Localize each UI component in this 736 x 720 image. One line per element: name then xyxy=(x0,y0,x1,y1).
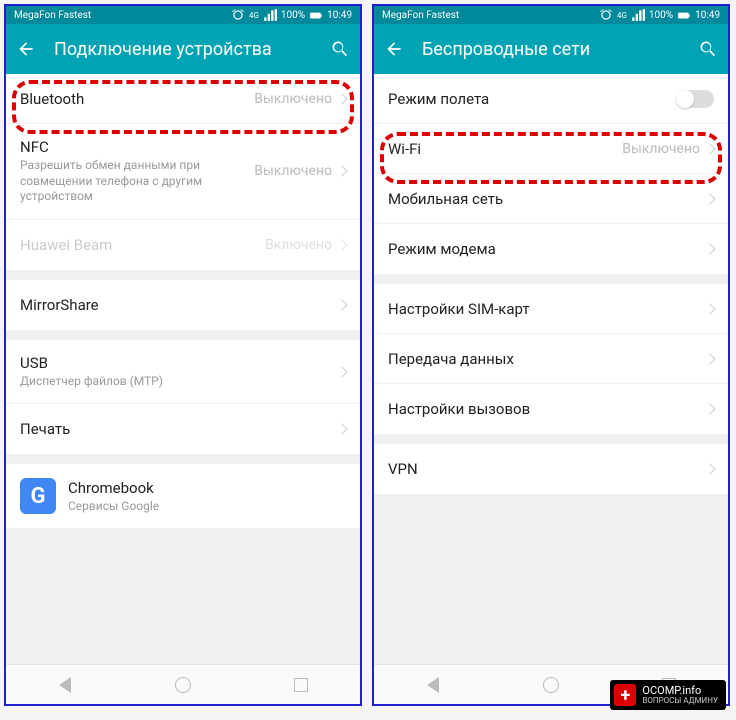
header: Беспроводные сети xyxy=(374,24,728,74)
chevron-right-icon xyxy=(336,299,347,310)
statusbar: MegaFon Fastest 4G 100% 10:49 xyxy=(374,6,728,24)
alarm-icon xyxy=(599,8,613,22)
battery-icon xyxy=(309,8,323,22)
item-subtitle: Разрешить обмен данными при совмещении т… xyxy=(20,158,254,205)
toggle-airplane[interactable] xyxy=(676,90,714,108)
item-value: Включено xyxy=(265,237,332,253)
item-chromebook[interactable]: G Chromebook Сервисы Google xyxy=(6,464,360,528)
item-title: Chromebook xyxy=(68,479,346,497)
item-title: VPN xyxy=(388,460,706,478)
item-title: Настройки вызовов xyxy=(388,400,706,418)
item-value: Выключено xyxy=(254,91,332,107)
nav-recent[interactable] xyxy=(290,674,312,696)
settings-list: Bluetooth Выключено NFC Разрешить обмен … xyxy=(6,74,360,528)
carrier-label: MegaFon Fastest xyxy=(14,10,91,21)
nav-back[interactable] xyxy=(422,674,444,696)
item-sim-settings[interactable]: Настройки SIM-карт xyxy=(374,284,728,334)
chevron-right-icon xyxy=(704,403,715,414)
navbar xyxy=(6,664,360,704)
item-modem-mode[interactable]: Режим модема xyxy=(374,224,728,274)
chevron-right-icon xyxy=(336,166,347,177)
item-usb[interactable]: USB Диспетчер файлов (MTP) xyxy=(6,340,360,405)
chevron-right-icon xyxy=(704,353,715,364)
item-huawei-beam: Huawei Beam Включено xyxy=(6,220,360,270)
item-title: Мобильная сеть xyxy=(388,190,706,208)
nav-home[interactable] xyxy=(540,674,562,696)
statusbar: MegaFon Fastest 4G 100% 10:49 xyxy=(6,6,360,24)
back-icon[interactable] xyxy=(16,39,36,59)
watermark: + OCOMP.info ВОПРОСЫ АДМИНУ xyxy=(610,680,726,710)
right-phone-screen: MegaFon Fastest 4G 100% 10:49 Беспроводн… xyxy=(372,4,730,706)
item-title: Режим модема xyxy=(388,240,706,258)
page-title: Подключение устройства xyxy=(54,39,312,60)
header: Подключение устройства xyxy=(6,24,360,74)
item-print[interactable]: Печать xyxy=(6,404,360,454)
settings-list: Режим полета Wi-Fi Выключено Мобильная с… xyxy=(374,74,728,494)
item-call-settings[interactable]: Настройки вызовов xyxy=(374,384,728,434)
signal-label: 4G xyxy=(249,11,259,20)
signal-icon xyxy=(631,8,645,22)
item-title: Настройки SIM-карт xyxy=(388,300,706,318)
item-title: Режим полета xyxy=(388,90,676,108)
carrier-label: MegaFon Fastest xyxy=(382,10,459,21)
chevron-right-icon xyxy=(704,463,715,474)
item-bluetooth[interactable]: Bluetooth Выключено xyxy=(6,74,360,124)
battery-label: 100% xyxy=(281,10,305,21)
item-title: MirrorShare xyxy=(20,296,338,314)
chevron-right-icon xyxy=(704,243,715,254)
item-title: NFC xyxy=(20,138,254,156)
item-vpn[interactable]: VPN xyxy=(374,444,728,494)
back-icon[interactable] xyxy=(384,39,404,59)
left-phone-screen: MegaFon Fastest 4G 100% 10:49 Подключени… xyxy=(4,4,362,706)
chevron-right-icon xyxy=(704,303,715,314)
item-title: USB xyxy=(20,354,338,372)
item-value: Выключено xyxy=(622,141,700,157)
item-title: Wi-Fi xyxy=(388,140,622,158)
battery-label: 100% xyxy=(649,10,673,21)
google-icon: G xyxy=(20,478,56,514)
item-title: Передача данных xyxy=(388,350,706,368)
item-mirrorshare[interactable]: MirrorShare xyxy=(6,280,360,330)
chevron-right-icon xyxy=(336,424,347,435)
item-title: Huawei Beam xyxy=(20,236,265,254)
time-label: 10:49 xyxy=(327,10,352,21)
chevron-right-icon xyxy=(336,239,347,250)
alarm-icon xyxy=(231,8,245,22)
time-label: 10:49 xyxy=(695,10,720,21)
search-icon[interactable] xyxy=(698,39,718,59)
search-icon[interactable] xyxy=(330,39,350,59)
signal-icon xyxy=(263,8,277,22)
watermark-sub: ВОПРОСЫ АДМИНУ xyxy=(642,697,718,706)
item-data-transfer[interactable]: Передача данных xyxy=(374,334,728,384)
chevron-right-icon xyxy=(336,93,347,104)
nav-back[interactable] xyxy=(54,674,76,696)
watermark-main: OCOMP.info xyxy=(642,685,718,697)
chevron-right-icon xyxy=(336,366,347,377)
item-title: Bluetooth xyxy=(20,90,254,108)
item-subtitle: Диспетчер файлов (MTP) xyxy=(20,374,338,390)
item-airplane[interactable]: Режим полета xyxy=(374,74,728,124)
page-title: Беспроводные сети xyxy=(422,39,680,60)
plus-icon: + xyxy=(614,684,636,706)
item-title: Печать xyxy=(20,420,338,438)
battery-icon xyxy=(677,8,691,22)
signal-label: 4G xyxy=(617,11,627,20)
item-value: Выключено xyxy=(254,163,332,179)
item-wifi[interactable]: Wi-Fi Выключено xyxy=(374,124,728,174)
item-subtitle: Сервисы Google xyxy=(68,499,346,515)
chevron-right-icon xyxy=(704,143,715,154)
item-mobile-network[interactable]: Мобильная сеть xyxy=(374,174,728,224)
nav-home[interactable] xyxy=(172,674,194,696)
item-nfc[interactable]: NFC Разрешить обмен данными при совмещен… xyxy=(6,124,360,220)
chevron-right-icon xyxy=(704,193,715,204)
